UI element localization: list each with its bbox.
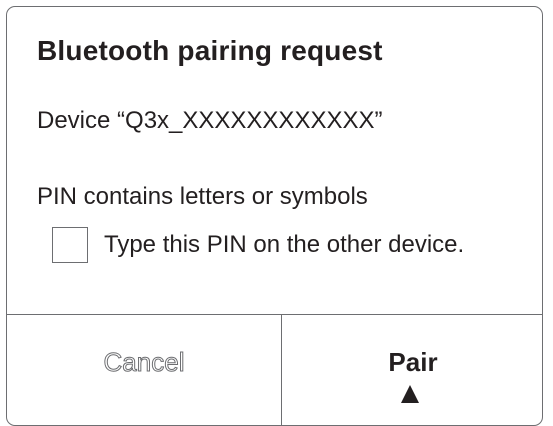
pair-button[interactable]: Pair [282,315,542,425]
pin-checkbox-label: Type this PIN on the other device. [104,231,465,258]
cancel-button-label: Cancel [103,347,185,378]
device-name: Device “Q3x_XXXXXXXXXXXX” [37,107,383,134]
pin-checkbox[interactable] [52,227,88,263]
pin-note: PIN contains letters or symbols [37,183,368,210]
button-bar: Cancel Pair [7,314,542,425]
pin-checkbox-row[interactable]: Type this PIN on the other device. [52,225,464,265]
cancel-button[interactable]: Cancel [7,315,282,425]
pointer-arrow-icon [401,385,419,403]
pair-button-label: Pair [388,347,438,377]
dialog-title: Bluetooth pairing request [37,35,383,66]
bluetooth-pairing-dialog: Bluetooth pairing request Device “Q3x_XX… [6,6,543,426]
